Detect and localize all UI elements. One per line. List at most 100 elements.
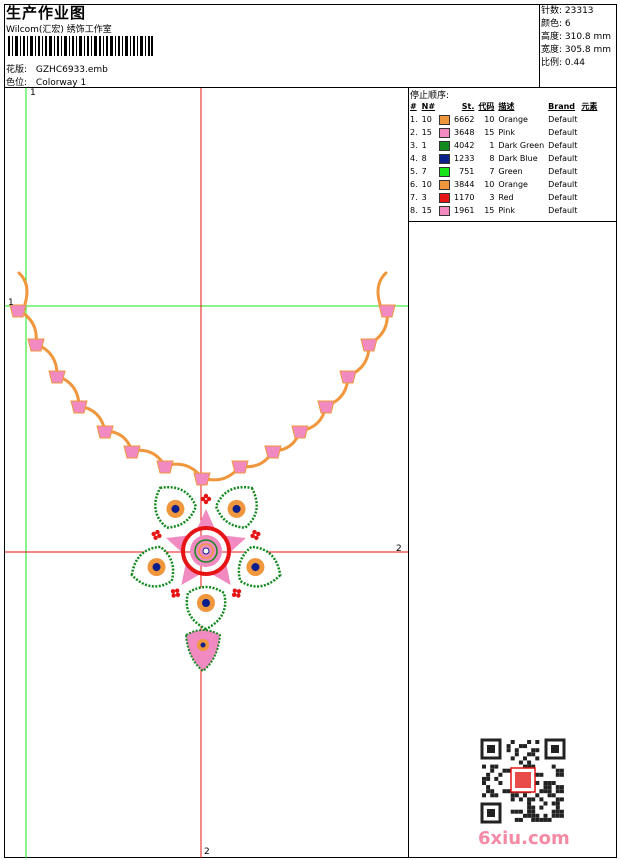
col-needle: N# [421, 102, 436, 111]
stat-colors: 颜色: 6 [541, 19, 571, 29]
color-swatch [439, 127, 451, 138]
stop-row: 6. 10 3844 10 Orange Default [408, 178, 599, 191]
row-needle: 15 [421, 128, 432, 137]
colorway-label: 色位: [6, 78, 28, 88]
red-floret [200, 493, 212, 505]
row-needle: 3 [421, 193, 427, 202]
watermark-logo: 6xiu.com [478, 828, 570, 849]
col-desc: 描述 [498, 102, 515, 111]
row-code: 3648 [454, 128, 475, 137]
chain-bead [231, 460, 249, 474]
stop-row: 5. 7 751 7 Green Default [408, 165, 599, 178]
row-element [579, 139, 599, 152]
row-code: 4042 [454, 141, 475, 150]
stat-height: 高度: 310.8 mm [541, 32, 612, 42]
stop-row: 7. 3 1170 3 Red Default [408, 191, 599, 204]
axis-label-h1: 1 [8, 298, 14, 308]
row-index: 1. [410, 115, 418, 124]
chain-bead [378, 304, 396, 318]
axis-label-v2: 2 [204, 847, 210, 857]
row-needle: 15 [421, 206, 432, 215]
color-swatch [439, 192, 451, 203]
row-desc: Dark Blue [498, 154, 538, 163]
row-desc: Pink [498, 128, 515, 137]
row-element [579, 152, 599, 165]
chain-bead [193, 472, 211, 486]
axis-label-v1: 1 [30, 88, 36, 98]
chain-bead [156, 460, 174, 474]
flower-petal [154, 485, 198, 529]
chain-end [376, 271, 388, 306]
row-desc: Pink [498, 206, 515, 215]
red-floret [151, 529, 162, 540]
row-code: 1170 [454, 193, 475, 202]
row-brand: Default [548, 193, 578, 202]
stats-divider [539, 4, 540, 88]
company-name: Wilcom(汇宏) 绣饰工作室 [6, 25, 112, 35]
row-needle: 1 [421, 141, 427, 150]
colorway-value: Colorway 1 [35, 78, 87, 88]
row-code: 1233 [454, 154, 475, 163]
flower-petal [130, 545, 175, 588]
chain-bead [123, 445, 141, 459]
row-brand: Default [548, 206, 578, 215]
row-index: 4. [410, 154, 418, 163]
pendant-drop [184, 629, 222, 673]
row-swatch [437, 165, 452, 178]
design-file-line: 花版: GZHC6933.emb [6, 62, 108, 75]
row-swatch [437, 139, 452, 152]
stat-scale: 比例: 0.44 [541, 58, 585, 68]
col-index: # [410, 102, 417, 111]
color-swatch [439, 114, 451, 125]
row-needle2: 7 [489, 167, 495, 176]
stat-width: 宽度: 305.8 mm [541, 45, 612, 55]
col-st: St. [461, 102, 475, 111]
embroidery-design [5, 88, 408, 858]
necklace-beads [9, 304, 396, 486]
row-brand: Default [548, 115, 578, 124]
red-floret [170, 588, 181, 598]
row-index: 6. [410, 180, 418, 189]
color-swatch [439, 205, 451, 216]
row-brand: Default [548, 154, 578, 163]
flower-petal [185, 585, 227, 631]
row-desc: Orange [498, 180, 528, 189]
center-dot [202, 547, 210, 555]
row-needle: 8 [421, 154, 427, 163]
row-index: 5. [410, 167, 418, 176]
barcode-icon [8, 36, 153, 56]
table-header-row: # N# St. 代码 描述 Brand 元素 [408, 100, 599, 113]
stop-row: 4. 8 1233 8 Dark Blue Default [408, 152, 599, 165]
row-swatch [437, 126, 452, 139]
qr-code-icon [480, 738, 566, 824]
row-element [579, 191, 599, 204]
row-index: 8. [410, 206, 418, 215]
chain-bead [317, 400, 335, 414]
page-title: 生产作业图 [6, 4, 87, 22]
chain-bead [264, 445, 282, 459]
row-element [579, 178, 599, 191]
row-index: 7. [410, 193, 418, 202]
row-brand: Default [548, 141, 578, 150]
chain-bead [70, 400, 88, 414]
flower-petal [237, 545, 282, 588]
necklace-chain [16, 271, 389, 482]
col-element: 元素 [581, 102, 598, 111]
row-needle2: 1 [489, 141, 495, 150]
row-desc: Orange [498, 115, 528, 124]
row-needle2: 10 [484, 180, 495, 189]
chain-bead [360, 338, 378, 352]
color-swatch [439, 140, 451, 151]
row-needle2: 8 [489, 154, 495, 163]
row-swatch [437, 191, 452, 204]
color-swatch [439, 166, 451, 177]
row-brand: Default [548, 180, 578, 189]
chain-bead [48, 370, 66, 384]
stop-row: 1. 10 6662 10 Orange Default [408, 113, 599, 126]
color-swatch [439, 179, 451, 190]
row-swatch [437, 113, 452, 126]
row-needle2: 10 [484, 115, 495, 124]
design-value: GZHC6933.emb [35, 65, 108, 75]
row-element [579, 126, 599, 139]
chain-bead [291, 425, 309, 439]
